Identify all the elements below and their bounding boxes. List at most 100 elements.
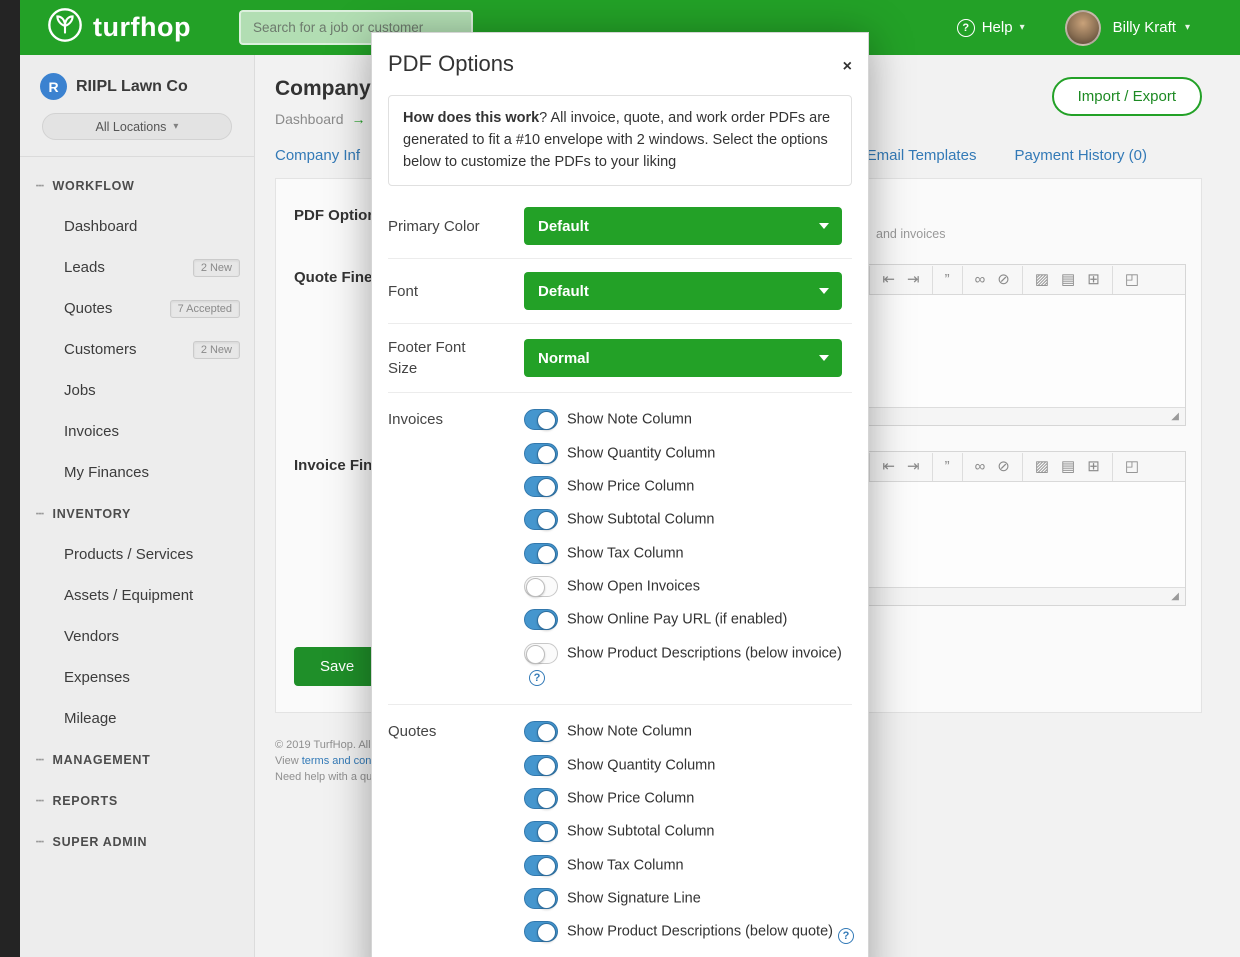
toggle-row[interactable]: Show Subtotal Column? [524,821,854,842]
tree-branch-icon: ┄ [36,752,45,768]
toggle-switch[interactable] [524,409,558,430]
toggle-row[interactable]: Show Open Invoices? [524,576,854,597]
toggle-row[interactable]: Show Product Descriptions (below invoice… [524,643,854,687]
locations-selector[interactable]: All Locations ▾ [42,113,232,140]
resize-handle-icon[interactable]: ◢ [1171,411,1179,422]
image-icon[interactable]: ▨ [1022,266,1055,294]
sidebar-item[interactable]: ┄ Assets / Equipment [20,575,254,616]
toggle-row[interactable]: Show Online Pay URL (if enabled)? [524,609,854,630]
decrease-indent-icon[interactable]: ⇤ [869,453,901,481]
link-icon[interactable]: ∞ [962,453,992,481]
avatar[interactable] [1065,10,1101,46]
toggle-switch[interactable] [524,476,558,497]
unlink-icon[interactable]: ⊘ [991,453,1016,481]
resize-handle-icon[interactable]: ◢ [1171,591,1179,602]
sidebar-item[interactable]: ┄ WORKFLOW [20,165,254,206]
unlink-icon[interactable]: ⊘ [991,266,1016,294]
toggle-row[interactable]: Show Subtotal Column? [524,509,854,530]
caret-down-icon [819,355,829,361]
toggle-row[interactable]: Show Tax Column? [524,855,854,876]
close-icon[interactable]: × [843,59,852,75]
blockquote-icon[interactable]: ” [932,453,956,481]
tab-email-templates[interactable]: Email Templates [867,147,977,164]
sidebar-item-label: MANAGEMENT [53,753,151,767]
sidebar-item[interactable]: ┄ Customers 2 New [20,329,254,370]
toggle-switch[interactable] [524,855,558,876]
invoices-label: Invoices [388,409,524,430]
sidebar-item[interactable]: ┄ Quotes 7 Accepted [20,288,254,329]
toggle-row[interactable]: Show Note Column? [524,721,854,742]
save-button[interactable]: Save [294,647,380,686]
help-circle-icon[interactable]: ? [529,670,545,686]
toggle-switch[interactable] [524,576,558,597]
toggle-switch[interactable] [524,888,558,909]
image-icon[interactable]: ▨ [1022,453,1055,481]
footer-font-size-select[interactable]: Normal [524,339,842,377]
sidebar-item[interactable]: ┄ My Finances [20,452,254,493]
toggle-switch[interactable] [524,721,558,742]
maximize-icon[interactable]: ◰ [1112,453,1145,481]
toggle-row[interactable]: Show Note Column? [524,409,854,430]
sidebar-item[interactable]: ┄ INVENTORY [20,493,254,534]
toggle-switch[interactable] [524,921,558,942]
toggle-switch[interactable] [524,643,558,664]
decrease-indent-icon[interactable]: ⇤ [869,266,901,294]
toggle-switch[interactable] [524,509,558,530]
sidebar-item[interactable]: ┄ REPORTS [20,780,254,821]
primary-color-select[interactable]: Default [524,207,842,245]
toggle-switch[interactable] [524,443,558,464]
toggle-switch[interactable] [524,543,558,564]
tab-company-info[interactable]: Company Inf [275,147,360,164]
help-circle-icon[interactable]: ? [838,928,854,944]
company-logo-icon: R [40,73,67,100]
sidebar-item-label: Vendors [64,628,119,645]
company-header: R RIIPL Lawn Co [20,55,254,100]
template-icon[interactable]: ▤ [1055,266,1081,294]
toggle-row[interactable]: Show Tax Column? [524,543,854,564]
sidebar-item[interactable]: ┄ Vendors [20,616,254,657]
help-menu[interactable]: ? Help ▾ [957,19,1025,37]
increase-indent-icon[interactable]: ⇥ [901,453,926,481]
sidebar-item[interactable]: ┄ Invoices [20,411,254,452]
import-export-button[interactable]: Import / Export [1052,77,1202,116]
terms-link[interactable]: terms and cond [302,755,378,767]
link-icon[interactable]: ∞ [962,266,992,294]
increase-indent-icon[interactable]: ⇥ [901,266,926,294]
maximize-icon[interactable]: ◰ [1112,266,1145,294]
breadcrumb-dashboard[interactable]: Dashboard [275,111,344,127]
toggle-row[interactable]: Show Product Descriptions (below quote)? [524,921,854,944]
toggle-row[interactable]: Show Quantity Column? [524,755,854,776]
toggle-row[interactable]: Show Signature Line? [524,888,854,909]
sidebar-item[interactable]: ┄ Leads 2 New [20,247,254,288]
quotes-row: Quotes Show Note Column? Show Quantity C… [388,704,852,957]
toggle-switch[interactable] [524,788,558,809]
sidebar-item[interactable]: ┄ Products / Services [20,534,254,575]
user-menu[interactable]: Billy Kraft ▾ [1113,19,1190,36]
font-select[interactable]: Default [524,272,842,310]
tree-branch-icon: ┄ [36,178,45,194]
sidebar-item-label: INVENTORY [53,507,132,521]
sidebar-item[interactable]: ┄ Jobs [20,370,254,411]
tree-branch-icon: ┄ [36,793,45,809]
tab-payment-history[interactable]: Payment History (0) [1014,147,1147,164]
toggle-row[interactable]: Show Price Column? [524,476,854,497]
sidebar-item[interactable]: ┄ Expenses [20,657,254,698]
quotes-label: Quotes [388,721,524,742]
toggle-switch[interactable] [524,609,558,630]
brand[interactable]: turfhop [46,6,191,49]
toggle-row[interactable]: Show Quantity Column? [524,443,854,464]
toggle-switch[interactable] [524,755,558,776]
table-icon[interactable]: ⊞ [1081,453,1106,481]
sidebar-item-label: WORKFLOW [53,179,135,193]
toggle-switch[interactable] [524,821,558,842]
toggle-label: Show Online Pay URL (if enabled) [567,612,787,628]
toggle-label: Show Product Descriptions (below invoice… [567,645,842,661]
sidebar-item[interactable]: ┄ MANAGEMENT [20,739,254,780]
template-icon[interactable]: ▤ [1055,453,1081,481]
table-icon[interactable]: ⊞ [1081,266,1106,294]
toggle-row[interactable]: Show Price Column? [524,788,854,809]
blockquote-icon[interactable]: ” [932,266,956,294]
sidebar-item[interactable]: ┄ Mileage [20,698,254,739]
sidebar-item[interactable]: ┄ Dashboard [20,206,254,247]
sidebar-item[interactable]: ┄ SUPER ADMIN [20,821,254,862]
